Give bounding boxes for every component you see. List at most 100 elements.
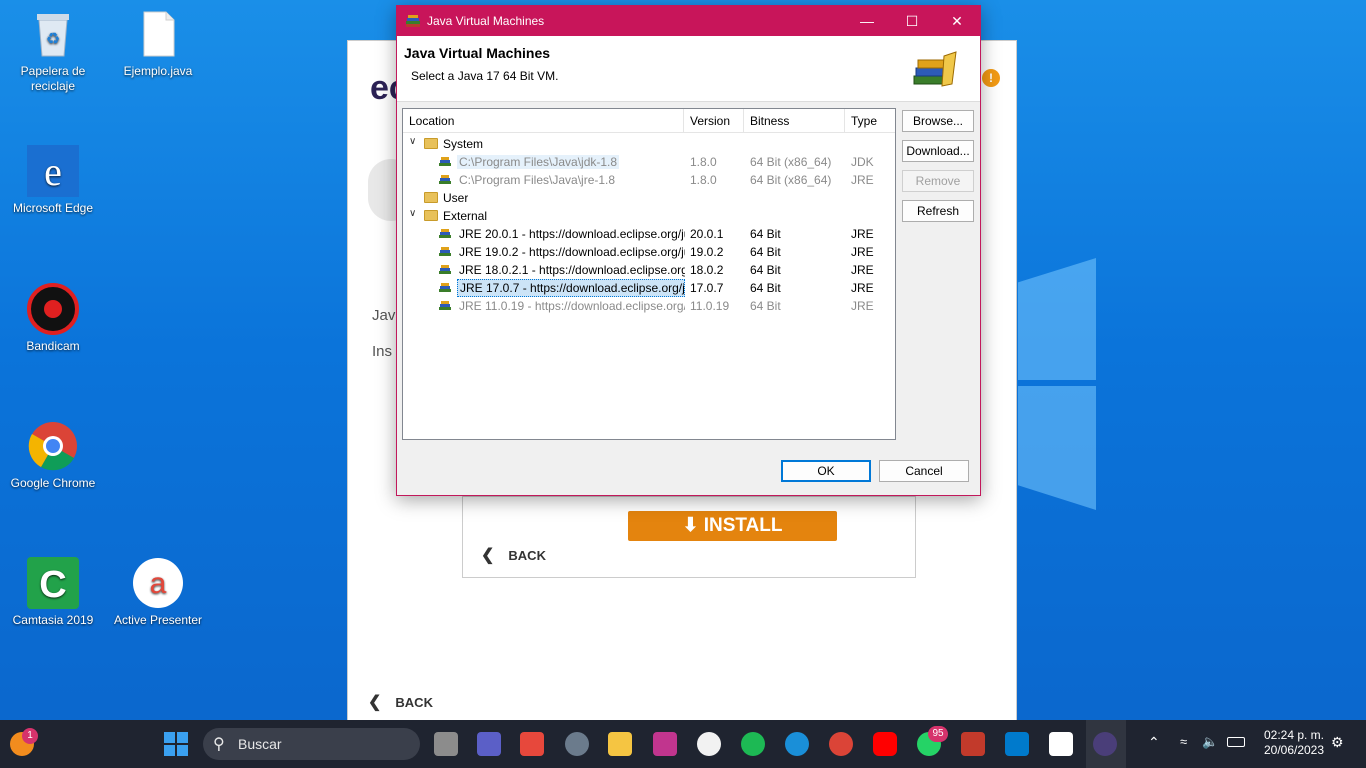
- spotify-icon[interactable]: [741, 732, 765, 756]
- instagram-icon[interactable]: [653, 732, 677, 756]
- dialog-titlebar[interactable]: Java Virtual Machines — ☐ ✕: [397, 6, 980, 36]
- desktop-icon-ejemplo-java[interactable]: Ejemplo.java: [110, 8, 206, 79]
- vscode-icon[interactable]: [1005, 732, 1029, 756]
- svg-text:C: C: [39, 564, 66, 606]
- chevron-down-icon[interactable]: ∨: [409, 208, 416, 219]
- back-label: BACK: [508, 548, 546, 563]
- dialog-subtitle: Select a Java 17 64 Bit VM.: [411, 69, 559, 83]
- chevron-left-icon: ❮: [481, 547, 495, 564]
- cancel-button[interactable]: Cancel: [879, 460, 969, 482]
- cell-type: JRE: [851, 263, 874, 277]
- table-row-selected[interactable]: JRE 17.0.7 - https://download.eclipse.or…: [403, 279, 895, 297]
- back-label: BACK: [395, 695, 433, 710]
- chrome-icon[interactable]: [829, 732, 853, 756]
- remove-button[interactable]: Remove: [902, 170, 974, 192]
- svg-text:♻: ♻: [46, 31, 60, 48]
- search-placeholder: Buscar: [238, 736, 282, 752]
- column-header-bitness[interactable]: Bitness: [744, 109, 845, 133]
- dialog-heading: Java Virtual Machines: [404, 45, 551, 61]
- camtasia-icon: C: [27, 557, 79, 609]
- cell-type: JRE: [851, 227, 874, 241]
- jvm-icon: [439, 247, 451, 256]
- widgets-badge: 1: [22, 728, 38, 744]
- notification-icon[interactable]: ⚙: [1331, 734, 1344, 751]
- desktop-icon-label: Microsoft Edge: [12, 201, 94, 215]
- group-label: External: [443, 209, 488, 223]
- install-label: INSTALL: [703, 515, 783, 536]
- back-button-outer[interactable]: ❮ BACK: [368, 692, 433, 712]
- clock-time: 02:24 p. m.: [1263, 728, 1325, 742]
- cell-bitness: 64 Bit (x86_64): [750, 155, 832, 169]
- jvm-table[interactable]: Location Version Bitness Type ∨ System C…: [402, 108, 896, 440]
- desktop-icon-label: Camtasia 2019: [12, 613, 94, 627]
- warning-icon[interactable]: !: [982, 69, 1000, 87]
- itunes-icon[interactable]: [697, 732, 721, 756]
- whatsapp-badge: 95: [928, 726, 948, 742]
- table-row[interactable]: C:\Program Files\Java\jdk-1.8 1.8.0 64 B…: [403, 153, 895, 171]
- dialog-title: Java Virtual Machines: [427, 14, 545, 28]
- install-folder-label: Ins: [372, 343, 393, 360]
- tree-group-system[interactable]: ∨ System: [403, 135, 895, 153]
- desktop-icon-active-presenter[interactable]: a Active Presenter: [110, 557, 206, 628]
- cell-location: JRE 17.0.7 - https://download.eclipse.or…: [457, 279, 685, 297]
- task-view-icon[interactable]: [434, 732, 458, 756]
- browse-button[interactable]: Browse...: [902, 110, 974, 132]
- ok-button[interactable]: OK: [781, 460, 871, 482]
- recycle-bin-icon: ♻: [27, 8, 79, 60]
- store-icon[interactable]: [520, 732, 544, 756]
- cell-type: JDK: [851, 155, 874, 169]
- volume-icon[interactable]: 🔈: [1202, 734, 1218, 750]
- maximize-button[interactable]: ☐: [889, 6, 935, 36]
- desktop-icon-label: Papelera de reciclaje: [20, 64, 86, 93]
- table-row[interactable]: C:\Program Files\Java\jre-1.8 1.8.0 64 B…: [403, 171, 895, 189]
- search-box[interactable]: ⚲ Buscar: [203, 728, 420, 760]
- refresh-button[interactable]: Refresh: [902, 200, 974, 222]
- back-button-inner[interactable]: ❮ BACK: [481, 545, 546, 565]
- notion-icon[interactable]: [1049, 732, 1073, 756]
- group-label: System: [443, 137, 484, 151]
- download-button[interactable]: Download...: [902, 140, 974, 162]
- start-icon[interactable]: [164, 732, 188, 756]
- table-row[interactable]: JRE 19.0.2 - https://download.eclipse.or…: [403, 243, 895, 261]
- file-explorer-icon[interactable]: [608, 732, 632, 756]
- cell-version: 1.8.0: [690, 155, 717, 169]
- minimize-button[interactable]: —: [844, 6, 890, 36]
- desktop-icon-recycle-bin[interactable]: ♻ Papelera de reciclaje: [5, 8, 101, 94]
- column-header-location[interactable]: Location: [403, 109, 684, 133]
- cell-bitness: 64 Bit: [750, 263, 781, 277]
- cell-type: JRE: [851, 299, 874, 313]
- desktop-icon-camtasia[interactable]: C Camtasia 2019: [5, 557, 101, 628]
- settings-icon[interactable]: [565, 732, 589, 756]
- youtube-icon[interactable]: [873, 732, 897, 756]
- chevron-up-icon[interactable]: ⌃: [1148, 734, 1160, 751]
- column-header-type[interactable]: Type: [845, 109, 895, 133]
- cell-location: JRE 20.0.1 - https://download.eclipse.or…: [459, 227, 685, 241]
- jvm-icon: [439, 175, 451, 184]
- cell-type: JRE: [851, 245, 874, 259]
- table-row[interactable]: JRE 18.0.2.1 - https://download.eclipse.…: [403, 261, 895, 279]
- chevron-down-icon[interactable]: ∨: [409, 136, 416, 147]
- cell-type: JRE: [851, 173, 874, 187]
- close-button[interactable]: ✕: [934, 6, 980, 36]
- install-button[interactable]: ⬇ INSTALL: [628, 511, 837, 541]
- app-icon[interactable]: [961, 732, 985, 756]
- cell-version: 18.0.2: [690, 263, 724, 277]
- battery-icon[interactable]: [1227, 737, 1245, 747]
- desktop-icon-bandicam[interactable]: Bandicam: [5, 283, 101, 354]
- group-label: User: [443, 191, 469, 205]
- teams-icon[interactable]: [477, 732, 501, 756]
- column-header-version[interactable]: Version: [684, 109, 744, 133]
- desktop-icon-chrome[interactable]: Google Chrome: [5, 420, 101, 491]
- cell-bitness: 64 Bit (x86_64): [750, 173, 832, 187]
- tree-group-user[interactable]: User: [403, 189, 895, 207]
- clock[interactable]: 02:24 p. m. 20/06/2023: [1254, 728, 1334, 758]
- install-panel: ⬇ INSTALL ❮ BACK: [462, 496, 916, 578]
- table-row[interactable]: JRE 11.0.19 - https://download.eclipse.o…: [403, 297, 895, 315]
- edge-icon[interactable]: [785, 732, 809, 756]
- table-row[interactable]: JRE 20.0.1 - https://download.eclipse.or…: [403, 225, 895, 243]
- tree-group-external[interactable]: ∨ External: [403, 207, 895, 225]
- cell-location: JRE 18.0.2.1 - https://download.eclipse.…: [459, 263, 685, 277]
- wifi-icon[interactable]: ≈: [1180, 734, 1187, 749]
- desktop-icon-edge[interactable]: e Microsoft Edge: [5, 145, 101, 216]
- chevron-left-icon: ❮: [368, 694, 382, 711]
